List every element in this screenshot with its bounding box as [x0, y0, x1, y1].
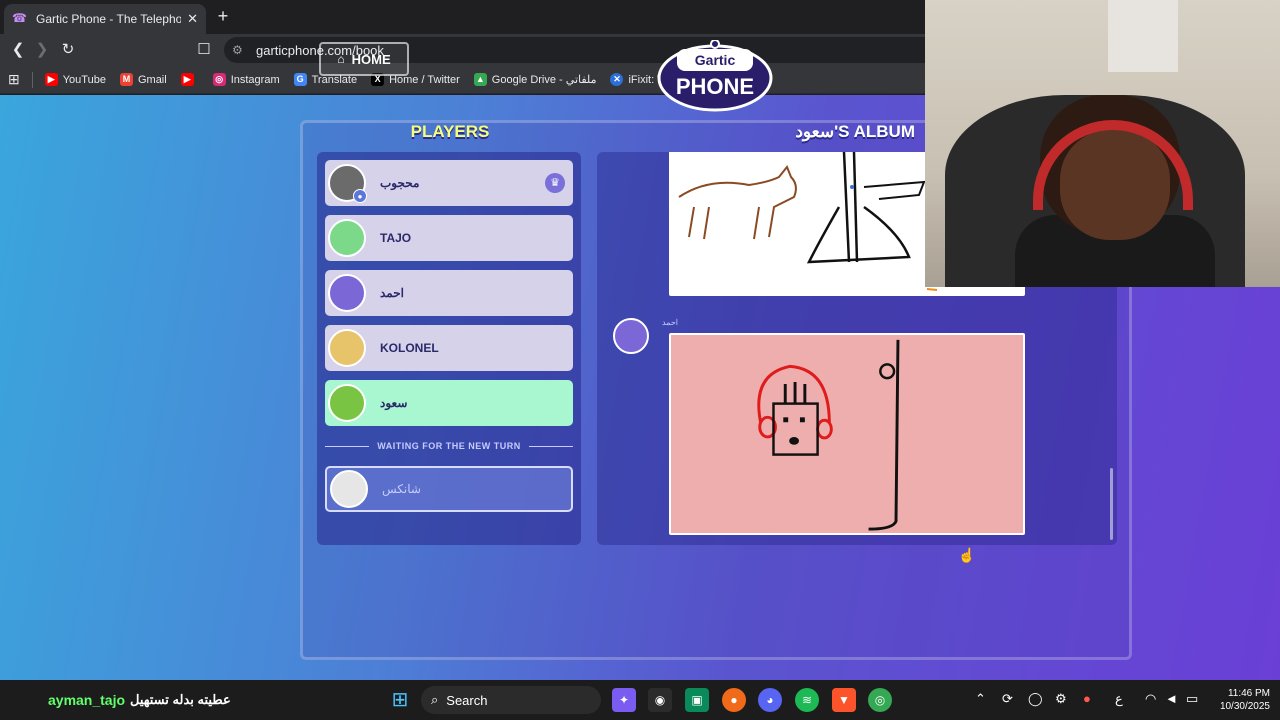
album-author-name: احمد — [662, 318, 678, 327]
bookmark-google-drive[interactable]: ▲ Google Drive - ملفاتي — [473, 73, 596, 86]
back-icon[interactable]: ❮ — [8, 40, 28, 60]
gartic-favicon-icon: ☎ — [12, 11, 27, 25]
bookmark-icon[interactable]: ☐ — [194, 40, 214, 60]
close-tab-icon[interactable]: ✕ — [187, 11, 198, 27]
player-name: شانكس — [382, 482, 421, 496]
sync-icon[interactable]: ⟳ — [1002, 691, 1013, 707]
logo-top-text: Gartic — [695, 52, 736, 68]
avatar — [328, 219, 366, 257]
album-title: سعود'S ALBUM — [795, 122, 915, 141]
volume-icon[interactable]: ◄ — [1165, 691, 1178, 706]
site-settings-icon[interactable]: ⚙ — [232, 43, 246, 57]
steam-icon[interactable]: ⚙ — [1055, 691, 1067, 707]
player-name: KOLONEL — [380, 341, 439, 355]
chat-app-icon[interactable]: ▣ — [685, 688, 709, 712]
player-row-current[interactable]: سعود — [325, 380, 573, 426]
tab-title: Gartic Phone - The Telephone Ga — [36, 12, 182, 26]
browser-toolbar: ❮ ❯ ↻ ☐ ⚙ garticphone.com/book — [0, 34, 925, 66]
gmail-icon: M — [119, 73, 133, 86]
avatar — [330, 470, 368, 508]
clock-time: 11:46 PM — [1227, 688, 1270, 699]
search-icon: ⌕ — [431, 692, 439, 707]
ifixit-icon: ✕ — [610, 73, 624, 86]
avatar — [328, 329, 366, 367]
bookmarks-bar: ⊞ ▶ YouTube M Gmail ▶ ◎ Instagram G Translat… — [0, 66, 925, 94]
bookmark-instagram[interactable]: ◎ Instagram — [212, 73, 280, 86]
home-button[interactable]: ⌂ HOME — [319, 42, 409, 76]
bookmark-youtube-2[interactable]: ▶ — [180, 73, 199, 86]
waiting-label: WAITING FOR THE NEW TURN — [377, 441, 521, 451]
players-title: PLAYERS — [410, 122, 490, 141]
bookmark-youtube[interactable]: ▶ YouTube — [44, 73, 106, 86]
album-drawing-2 — [669, 333, 1025, 535]
album-author-avatar — [613, 318, 649, 354]
player-row[interactable]: ● محجوب ♛ — [325, 160, 573, 206]
hand-cursor-icon: ☝ — [958, 547, 976, 563]
player-name: سعود — [380, 396, 408, 410]
bookmark-gmail[interactable]: M Gmail — [119, 73, 167, 86]
chevron-up-icon[interactable]: ⌃ — [975, 691, 986, 707]
youtube-icon: ▶ — [180, 73, 194, 86]
webcam-overlay — [925, 0, 1280, 287]
windows-start-icon[interactable]: ⊞ — [388, 688, 412, 712]
drive-icon: ▲ — [473, 73, 487, 86]
taskbar-search[interactable]: ⌕ Search — [421, 686, 601, 714]
logo-bottom-text: PHONE — [676, 74, 754, 99]
clock-date: 10/30/2025 — [1219, 701, 1270, 712]
avatar: ● — [328, 164, 367, 203]
browser-tabbar: ☎ Gartic Phone - The Telephone Ga ✕ + — [0, 0, 925, 34]
apps-icon[interactable]: ⊞ — [8, 71, 20, 88]
player-name: محجوب — [380, 176, 420, 190]
gartic-phone-logo: Gartic PHONE — [657, 40, 773, 112]
player-name: TAJO — [380, 231, 412, 245]
bookmarks-separator — [31, 71, 33, 88]
discord-icon[interactable]: ◕ — [758, 688, 782, 712]
chrome-icon[interactable]: ◎ — [868, 688, 892, 712]
stream-username: ayman_tajo — [48, 692, 126, 708]
wall-photo — [1108, 0, 1178, 72]
copilot-icon[interactable]: ✦ — [612, 688, 636, 712]
reload-icon[interactable]: ↻ — [58, 40, 78, 60]
brave-icon[interactable]: ▼ — [832, 688, 856, 712]
player-name: احمد — [380, 286, 404, 300]
waiting-player-row[interactable]: شانكس — [325, 466, 573, 512]
stream-chat-message: عطيته بدله تستهيل — [130, 692, 231, 707]
battery-icon[interactable]: ▭ — [1186, 691, 1198, 707]
player-row[interactable]: احمد — [325, 270, 573, 316]
avatar — [328, 274, 366, 312]
language-indicator[interactable]: ع — [1115, 691, 1123, 707]
browser-tab-gartic[interactable]: ☎ Gartic Phone - The Telephone Ga ✕ — [4, 4, 206, 34]
new-tab-button[interactable]: + — [212, 6, 234, 27]
waiting-divider: WAITING FOR THE NEW TURN — [325, 441, 573, 451]
microphone-icon[interactable]: ● — [1083, 691, 1091, 706]
translate-icon: G — [293, 73, 307, 86]
player-row[interactable]: KOLONEL — [325, 325, 573, 371]
spotify-icon[interactable]: ≋ — [795, 688, 819, 712]
taskbar-clock[interactable]: 11:46 PM 10/30/2025 — [1208, 687, 1270, 713]
windows-taskbar: ayman_tajo عطيته بدله تستهيل ⊞ ⌕ Search … — [0, 680, 1280, 720]
obs-icon[interactable]: ◉ — [648, 688, 672, 712]
players-panel: ● محجوب ♛ TAJO احمد KOLONEL سعود WAITING… — [317, 152, 581, 545]
crown-icon: ♛ — [545, 173, 565, 193]
user-icon: ● — [353, 189, 367, 203]
avatar — [328, 384, 366, 422]
home-icon: ⌂ — [337, 52, 345, 66]
player-row[interactable]: TAJO — [325, 215, 573, 261]
youtube-icon: ▶ — [44, 73, 58, 86]
instagram-icon: ◎ — [212, 73, 226, 86]
circle-app-icon[interactable]: ◯ — [1028, 691, 1043, 707]
firefox-icon[interactable]: ● — [722, 688, 746, 712]
wifi-icon[interactable]: ◠ — [1145, 691, 1156, 707]
forward-icon[interactable]: ❯ — [32, 40, 52, 60]
album-scrollbar[interactable] — [1110, 468, 1113, 540]
